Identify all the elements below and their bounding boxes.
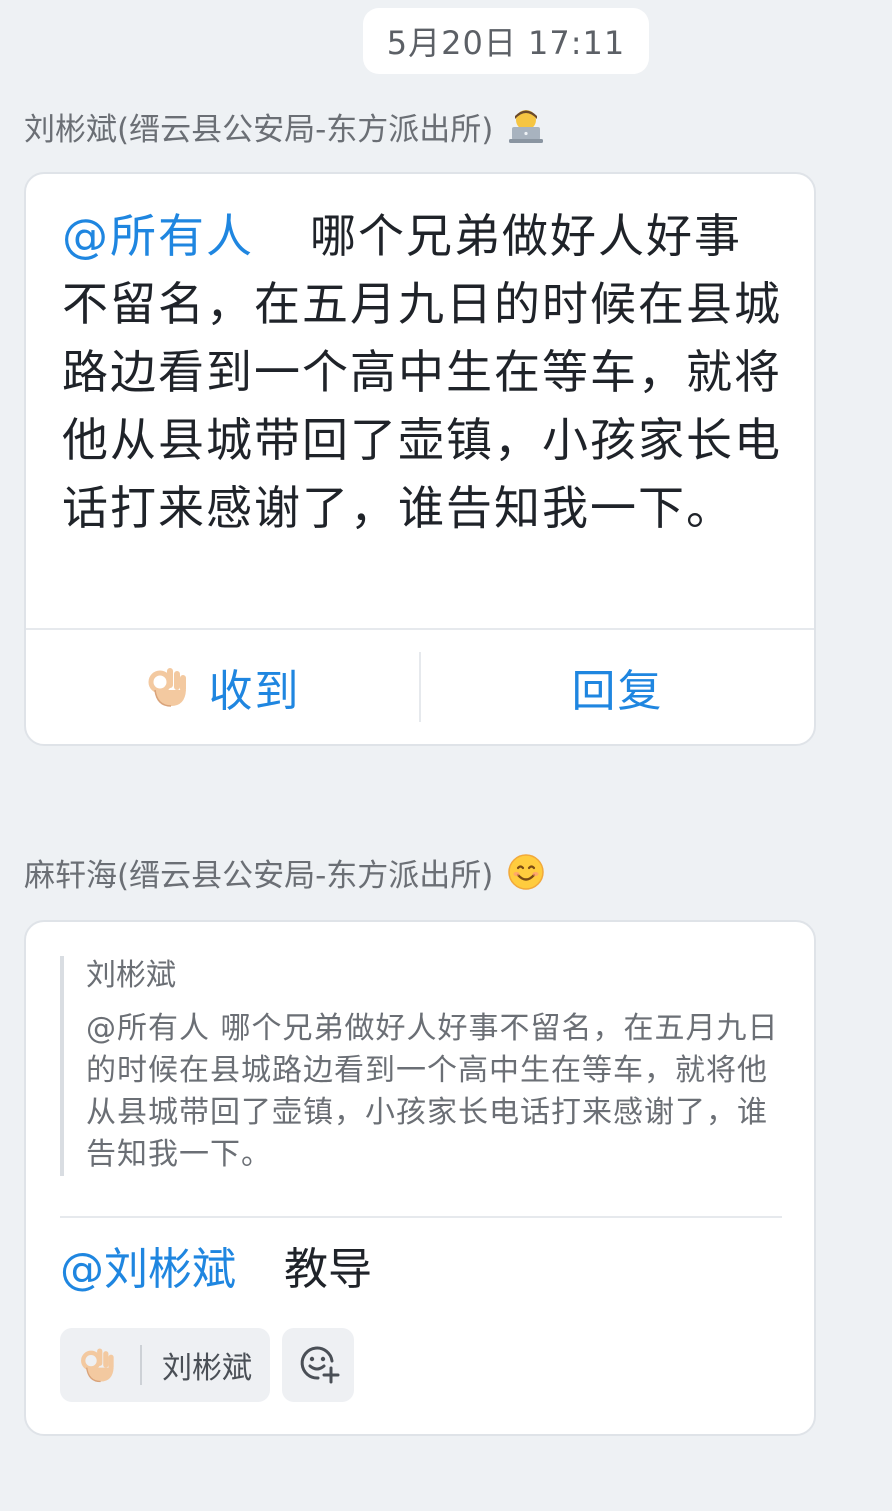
reactions-bar: 刘彬斌 [60,1328,354,1402]
quote-author: 刘彬斌 [86,958,176,993]
message-actions: 收到 回复 [26,630,814,744]
message-card: 刘彬斌 @所有人 哪个兄弟做好人好事不留名，在五月九日的时候在县城路边看到一个高… [24,920,816,1436]
mention-user[interactable]: @刘彬斌 [60,1244,236,1295]
ok-hand-icon [145,664,191,710]
add-reaction-icon [296,1341,340,1389]
quote-text: @所有人 哪个兄弟做好人好事不留名，在五月九日的时候在县城路边看到一个高中生在等… [86,1011,779,1172]
add-reaction-button[interactable] [282,1328,354,1402]
divider [60,1216,782,1218]
sender-name: 麻轩海(缙云县公安局-东方派出所) [24,857,494,894]
reply-body: @刘彬斌 教导 [60,1238,372,1302]
reaction-separator [140,1345,142,1385]
timestamp-text: 5月20日 17:11 [386,24,626,62]
message-body: @所有人 哪个兄弟做好人好事不留名，在五月九日的时候在县城路边看到一个高中生在等车… [62,202,782,542]
acknowledge-label: 收到 [208,666,301,717]
message-card: @所有人 哪个兄弟做好人好事不留名，在五月九日的时候在县城路边看到一个高中生在等车… [24,172,816,746]
person-at-laptop-icon [507,107,545,145]
reply-button[interactable]: 回复 [421,630,814,744]
smiling-face-icon [507,853,545,891]
reply-label: 回复 [571,666,664,717]
mention-all[interactable]: @所有人 [62,209,254,263]
reaction-chip[interactable]: 刘彬斌 [60,1328,270,1402]
timestamp-pill: 5月20日 17:11 [363,8,649,74]
message-sender: 刘彬斌(缙云县公安局-东方派出所) [24,104,545,148]
acknowledge-button[interactable]: 收到 [26,630,419,744]
reaction-user: 刘彬斌 [162,1351,252,1386]
message-sender: 麻轩海(缙云县公安局-东方派出所) [24,850,545,894]
reply-text: 教导 [284,1244,372,1295]
ok-hand-icon [78,1345,118,1385]
sender-name: 刘彬斌(缙云县公安局-东方派出所) [24,111,494,148]
quoted-message[interactable]: 刘彬斌 @所有人 哪个兄弟做好人好事不留名，在五月九日的时候在县城路边看到一个高… [60,956,780,1176]
